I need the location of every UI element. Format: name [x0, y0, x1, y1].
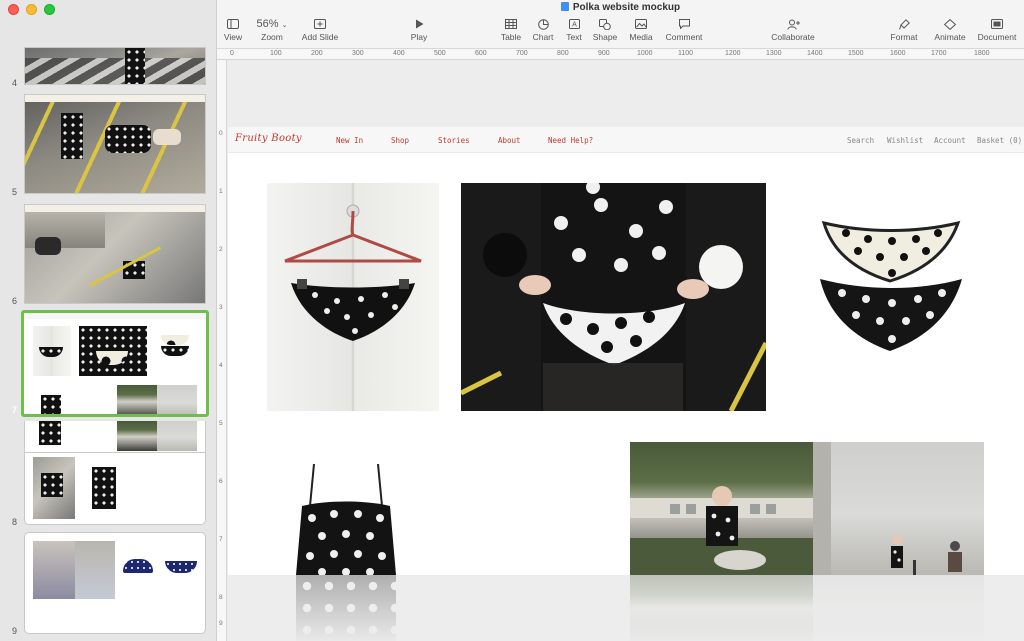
chart-button[interactable]: Chart [531, 17, 555, 42]
shape-button[interactable]: Shape [592, 17, 618, 42]
slide-number: 6 [12, 296, 18, 306]
window-title: Polka website mockup [217, 2, 1024, 13]
slide-number: 7 [12, 405, 18, 415]
lifestyle-image-street[interactable] [813, 442, 984, 575]
website-header: Fruity Booty New In Shop Stories About N… [228, 127, 1024, 153]
slide-preview-selected [21, 310, 209, 417]
fullscreen-window-button[interactable] [44, 4, 55, 15]
animate-button[interactable]: Animate [933, 17, 967, 42]
sidebar-view-icon [223, 17, 243, 32]
chart-icon [531, 17, 555, 32]
chevron-down-icon: ⌄ [281, 22, 288, 29]
comment-icon [664, 17, 704, 32]
nav-link-basket: Basket (0) [977, 136, 1023, 145]
slide-preview-reflection [24, 421, 206, 453]
horizontal-ruler: 0 100 200 300 400 500 600 700 800 900 10… [217, 49, 1024, 60]
paintbrush-icon [889, 17, 919, 32]
play-icon [409, 17, 429, 32]
slide-canvas[interactable]: Fruity Booty New In Shop Stories About N… [228, 60, 1024, 641]
document-icon [976, 17, 1018, 32]
nav-link-need-help: Need Help? [548, 136, 594, 145]
text-box-icon: A [563, 17, 585, 32]
minimize-window-button[interactable] [26, 4, 37, 15]
table-button[interactable]: Table [499, 17, 523, 42]
svg-text:A: A [572, 22, 577, 29]
slide-preview [24, 204, 206, 304]
document-button[interactable]: Document [976, 17, 1018, 42]
collaborate-icon [767, 17, 819, 32]
product-image-hanger[interactable] [267, 183, 439, 411]
model-image-polka-dress[interactable] [461, 183, 766, 411]
slide-number: 8 [12, 517, 18, 527]
nav-link-about: About [498, 136, 521, 145]
nav-link-wishlist: Wishlist [887, 136, 924, 145]
product-image-briefs-pair[interactable] [816, 217, 964, 377]
zoom-control[interactable]: 56% ⌄ Zoom [255, 17, 289, 42]
close-window-button[interactable] [8, 4, 19, 15]
view-button[interactable]: View [223, 17, 243, 42]
play-button[interactable]: Play [409, 17, 429, 42]
animate-diamond-icon [933, 17, 967, 32]
media-button[interactable]: Media [628, 17, 654, 42]
slide-preview [24, 47, 206, 85]
table-icon [499, 17, 523, 32]
format-button[interactable]: Format [889, 17, 919, 42]
slide-number: 9 [12, 626, 18, 636]
nav-link-search: Search [847, 136, 875, 145]
reflection-fade [228, 575, 1024, 641]
slide-preview [24, 94, 206, 194]
add-slide-icon [300, 17, 340, 32]
slide-preview [24, 532, 206, 634]
add-slide-button[interactable]: Add Slide [300, 17, 340, 42]
nav-link-shop: Shop [391, 136, 410, 145]
site-logo: Fruity Booty [235, 133, 302, 144]
keynote-document-icon [560, 2, 569, 11]
slide-preview [24, 453, 206, 525]
toolbar: Polka website mockup View 56% ⌄ Zoom Add… [217, 0, 1024, 49]
comment-button[interactable]: Comment [664, 17, 704, 42]
media-icon [628, 17, 654, 32]
slide-number: 4 [12, 78, 18, 88]
lifestyle-image-garden[interactable] [630, 442, 813, 575]
nav-link-new-in: New In [336, 136, 364, 145]
product-image-polka-dress[interactable] [296, 462, 396, 575]
current-slide[interactable]: Fruity Booty New In Shop Stories About N… [228, 127, 1024, 575]
collaborate-button[interactable]: Collaborate [767, 17, 819, 42]
shape-icon [592, 17, 618, 32]
window-controls [8, 4, 55, 15]
slide-number: 5 [12, 187, 18, 197]
text-button[interactable]: A Text [563, 17, 585, 42]
vertical-ruler: 0 1 2 3 4 5 6 7 8 9 [217, 60, 227, 641]
nav-link-account: Account [934, 136, 966, 145]
slide-navigator: 4 5 6 7 8 9 [0, 0, 217, 641]
zoom-value: 56% ⌄ [256, 18, 288, 30]
nav-link-stories: Stories [438, 136, 470, 145]
